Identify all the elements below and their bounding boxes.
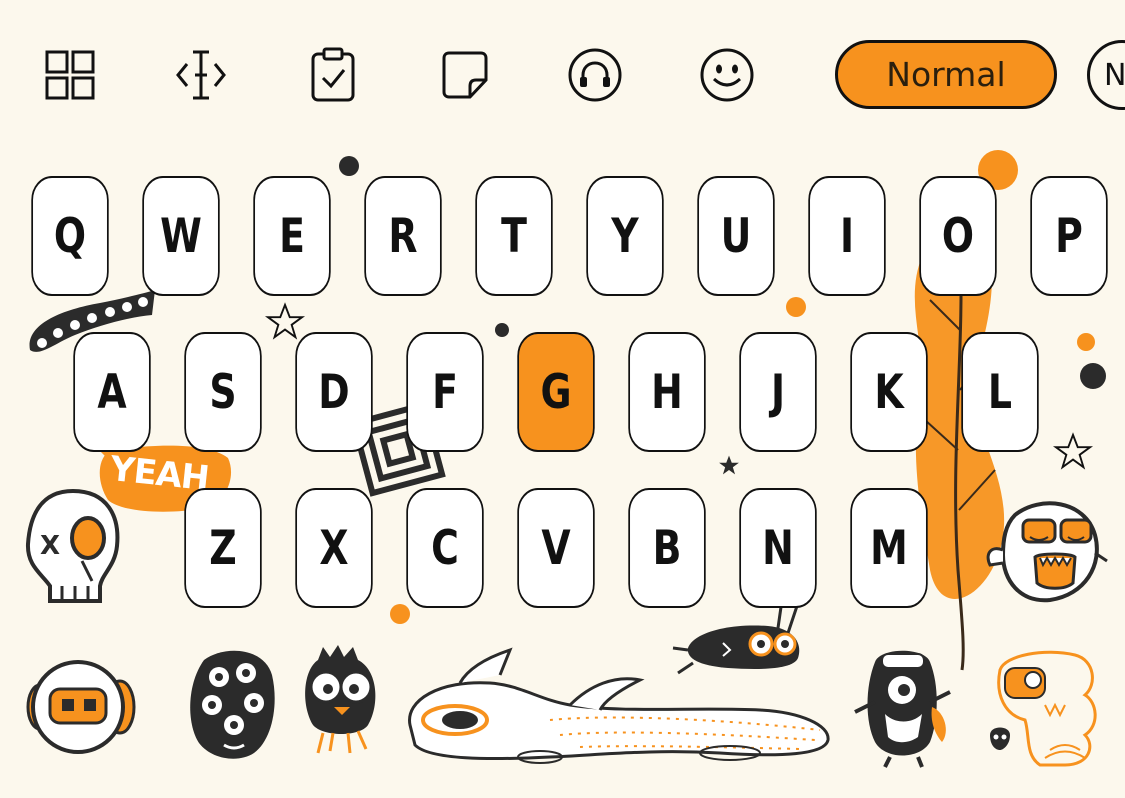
- goggles-monster-sticker: [985, 495, 1110, 605]
- key-label: X: [319, 520, 349, 576]
- key-l[interactable]: L: [961, 332, 1039, 452]
- mode-label: Normal: [886, 55, 1006, 94]
- key-label: K: [874, 364, 904, 420]
- text-cursor-icon: [176, 50, 226, 100]
- robot-head-sticker: [18, 655, 142, 755]
- mode-next-button[interactable]: N: [1087, 40, 1125, 110]
- key-label: W: [160, 208, 202, 264]
- star-icon: [718, 454, 740, 476]
- key-p[interactable]: P: [1030, 176, 1108, 296]
- key-label: V: [541, 520, 571, 576]
- key-v[interactable]: V: [517, 488, 595, 608]
- key-w[interactable]: W: [142, 176, 220, 296]
- grid-button[interactable]: [35, 40, 105, 110]
- key-label: T: [501, 208, 527, 264]
- key-label: N: [762, 520, 794, 576]
- key-k[interactable]: K: [850, 332, 928, 452]
- key-m[interactable]: M: [850, 488, 928, 608]
- key-label: C: [431, 520, 459, 576]
- key-label: R: [388, 208, 418, 264]
- key-s[interactable]: S: [184, 332, 262, 452]
- key-label: F: [432, 364, 458, 420]
- key-label: G: [540, 364, 572, 420]
- sticker-button[interactable]: [430, 40, 500, 110]
- key-label: P: [1055, 208, 1083, 264]
- key-e[interactable]: E: [253, 176, 331, 296]
- emoji-button[interactable]: [692, 40, 762, 110]
- smiley-icon: [700, 48, 754, 102]
- dot-decoration: [338, 155, 360, 177]
- key-label: Y: [611, 208, 639, 264]
- key-label: L: [987, 364, 1013, 420]
- key-label: J: [770, 364, 786, 420]
- key-b[interactable]: B: [628, 488, 706, 608]
- key-o[interactable]: O: [919, 176, 997, 296]
- key-label: Q: [53, 208, 87, 264]
- star-outline-icon: [264, 302, 306, 340]
- clipboard-button[interactable]: [298, 40, 368, 110]
- key-label: A: [97, 364, 127, 420]
- key-label: D: [318, 364, 350, 420]
- key-x[interactable]: X: [295, 488, 373, 608]
- clipboard-icon: [311, 47, 355, 102]
- spiky-monster-sticker: [298, 645, 383, 755]
- key-r[interactable]: R: [364, 176, 442, 296]
- key-h[interactable]: H: [628, 332, 706, 452]
- key-u[interactable]: U: [697, 176, 775, 296]
- cursor-control-button[interactable]: [166, 40, 236, 110]
- key-label: Z: [209, 520, 237, 576]
- svg-text:X: X: [40, 531, 60, 561]
- key-y[interactable]: Y: [586, 176, 664, 296]
- dot-decoration: [1079, 362, 1107, 390]
- mode-normal-button[interactable]: Normal: [835, 40, 1057, 109]
- keyboard-toolbar: Normal N: [0, 0, 1125, 150]
- dot-decoration: [785, 296, 807, 318]
- key-i[interactable]: I: [808, 176, 886, 296]
- sticker-icon: [442, 51, 488, 99]
- key-label: U: [720, 208, 752, 264]
- key-f[interactable]: F: [406, 332, 484, 452]
- key-t[interactable]: T: [475, 176, 553, 296]
- dot-decoration: [1076, 332, 1096, 352]
- star-outline-icon: [1052, 432, 1094, 470]
- key-label: I: [839, 208, 855, 264]
- dot-decoration: [494, 322, 510, 338]
- key-g[interactable]: G: [517, 332, 595, 452]
- key-label: H: [651, 364, 683, 420]
- headphones-icon: [568, 48, 622, 102]
- dot-decoration: [389, 603, 411, 625]
- key-j[interactable]: J: [739, 332, 817, 452]
- orange-outline-monster-sticker: [985, 640, 1103, 770]
- keyboard-theme-screen: Y E A H X Normal N Q W E R T Y U I O P A S …: [0, 0, 1125, 798]
- skull-sticker: X: [22, 486, 124, 608]
- key-label: S: [209, 364, 237, 420]
- voice-button[interactable]: [560, 40, 630, 110]
- key-q[interactable]: Q: [31, 176, 109, 296]
- key-label: M: [870, 520, 908, 576]
- key-label: O: [941, 208, 975, 264]
- key-label: B: [652, 520, 682, 576]
- key-label: E: [279, 208, 305, 264]
- key-d[interactable]: D: [295, 332, 373, 452]
- key-c[interactable]: C: [406, 488, 484, 608]
- grid-icon: [45, 50, 95, 100]
- key-z[interactable]: Z: [184, 488, 262, 608]
- five-eyed-monster-sticker: [184, 645, 279, 765]
- mode-next-label: N: [1104, 57, 1125, 93]
- cyclops-monster-sticker: [850, 642, 955, 768]
- key-a[interactable]: A: [73, 332, 151, 452]
- key-n[interactable]: N: [739, 488, 817, 608]
